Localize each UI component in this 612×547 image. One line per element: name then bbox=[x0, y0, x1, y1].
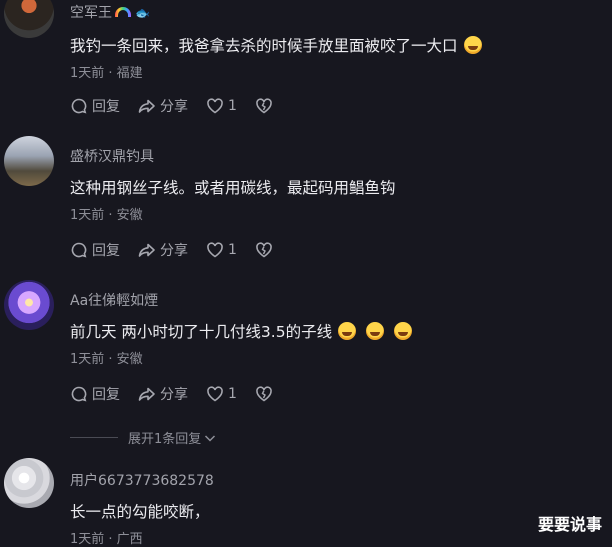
share-label: 分享 bbox=[160, 99, 188, 115]
comment-text: 前几天 两小时切了十几付线3.5的子线 bbox=[70, 320, 413, 342]
share-label: 分享 bbox=[160, 387, 188, 403]
broken-heart-icon bbox=[256, 98, 272, 114]
comment-meta: 1天前 · 安徽 bbox=[70, 208, 143, 223]
username[interactable]: 空军王 🐟 bbox=[70, 2, 150, 22]
like-count: 1 bbox=[228, 98, 237, 114]
like-button[interactable]: 1 bbox=[206, 385, 237, 403]
dislike-button[interactable] bbox=[255, 385, 277, 403]
reply-button[interactable]: 回复 bbox=[70, 240, 120, 260]
avatar[interactable] bbox=[4, 0, 54, 38]
comment-meta: 1天前 · 安徽 bbox=[70, 352, 143, 367]
comment-text: 我钓一条回来，我爸拿去杀的时候手放里面被咬了一大口 bbox=[70, 34, 482, 56]
like-button[interactable]: 1 bbox=[206, 97, 237, 115]
share-icon bbox=[138, 99, 155, 113]
reply-icon bbox=[71, 386, 87, 402]
comment-actions: 回复 分享 1 bbox=[70, 240, 295, 260]
laughing-emoji-icon bbox=[463, 36, 482, 54]
username-text[interactable]: 空军王 bbox=[70, 5, 112, 21]
comment-text-content: 我钓一条回来，我爸拿去杀的时候手放里面被咬了一大口 bbox=[70, 37, 458, 55]
fish-badge-icon: 🐟 bbox=[135, 6, 150, 20]
dislike-button[interactable] bbox=[255, 97, 277, 115]
share-button[interactable]: 分享 bbox=[138, 96, 188, 116]
comment-meta: 1天前 · 广西 bbox=[70, 532, 143, 547]
watermark: 要要说事 bbox=[537, 515, 602, 534]
comment-actions: 回复 分享 1 bbox=[70, 96, 295, 116]
username[interactable]: 用户6673773682578 bbox=[70, 470, 214, 490]
username[interactable]: 盛桥汉鼎钓具 bbox=[70, 146, 154, 166]
rainbow-badge-icon bbox=[115, 7, 131, 17]
reply-label: 回复 bbox=[92, 99, 120, 115]
share-label: 分享 bbox=[160, 243, 188, 259]
avatar[interactable] bbox=[4, 136, 54, 186]
comment-actions: 回复 分享 1 bbox=[70, 384, 295, 404]
divider-line bbox=[70, 437, 118, 438]
broken-heart-icon bbox=[256, 386, 272, 402]
share-icon bbox=[138, 243, 155, 257]
heart-icon bbox=[207, 242, 223, 258]
avatar[interactable] bbox=[4, 458, 54, 508]
share-button[interactable]: 分享 bbox=[138, 240, 188, 260]
share-button[interactable]: 分享 bbox=[138, 384, 188, 404]
heart-icon bbox=[207, 386, 223, 402]
username[interactable]: Aa往俤輕如煙 bbox=[70, 290, 158, 310]
avatar[interactable] bbox=[4, 280, 54, 330]
reply-icon bbox=[71, 242, 87, 258]
share-icon bbox=[138, 387, 155, 401]
broken-heart-icon bbox=[256, 242, 272, 258]
like-count: 1 bbox=[228, 386, 237, 402]
reply-button[interactable]: 回复 bbox=[70, 384, 120, 404]
like-count: 1 bbox=[228, 242, 237, 258]
reply-button[interactable]: 回复 bbox=[70, 96, 120, 116]
comment-text: 这种用钢丝子线。或者用碳线，最起码用鲳鱼钩 bbox=[70, 179, 396, 197]
expand-replies-label: 展开1条回复 bbox=[128, 432, 202, 447]
chevron-down-icon bbox=[205, 434, 216, 442]
laughing-emoji-icon bbox=[366, 322, 385, 340]
laughing-emoji-icon bbox=[394, 322, 413, 340]
reply-label: 回复 bbox=[92, 387, 120, 403]
comment-text-content: 前几天 两小时切了十几付线3.5的子线 bbox=[70, 323, 333, 341]
expand-replies-button[interactable]: 展开1条回复 bbox=[70, 428, 217, 447]
like-button[interactable]: 1 bbox=[206, 241, 237, 259]
reply-icon bbox=[71, 98, 87, 114]
reply-label: 回复 bbox=[92, 243, 120, 259]
comment-text: 长一点的勾能咬断， bbox=[70, 503, 210, 521]
heart-icon bbox=[207, 98, 223, 114]
dislike-button[interactable] bbox=[255, 241, 277, 259]
laughing-emoji-icon bbox=[338, 322, 357, 340]
comment-meta: 1天前 · 福建 bbox=[70, 66, 143, 81]
